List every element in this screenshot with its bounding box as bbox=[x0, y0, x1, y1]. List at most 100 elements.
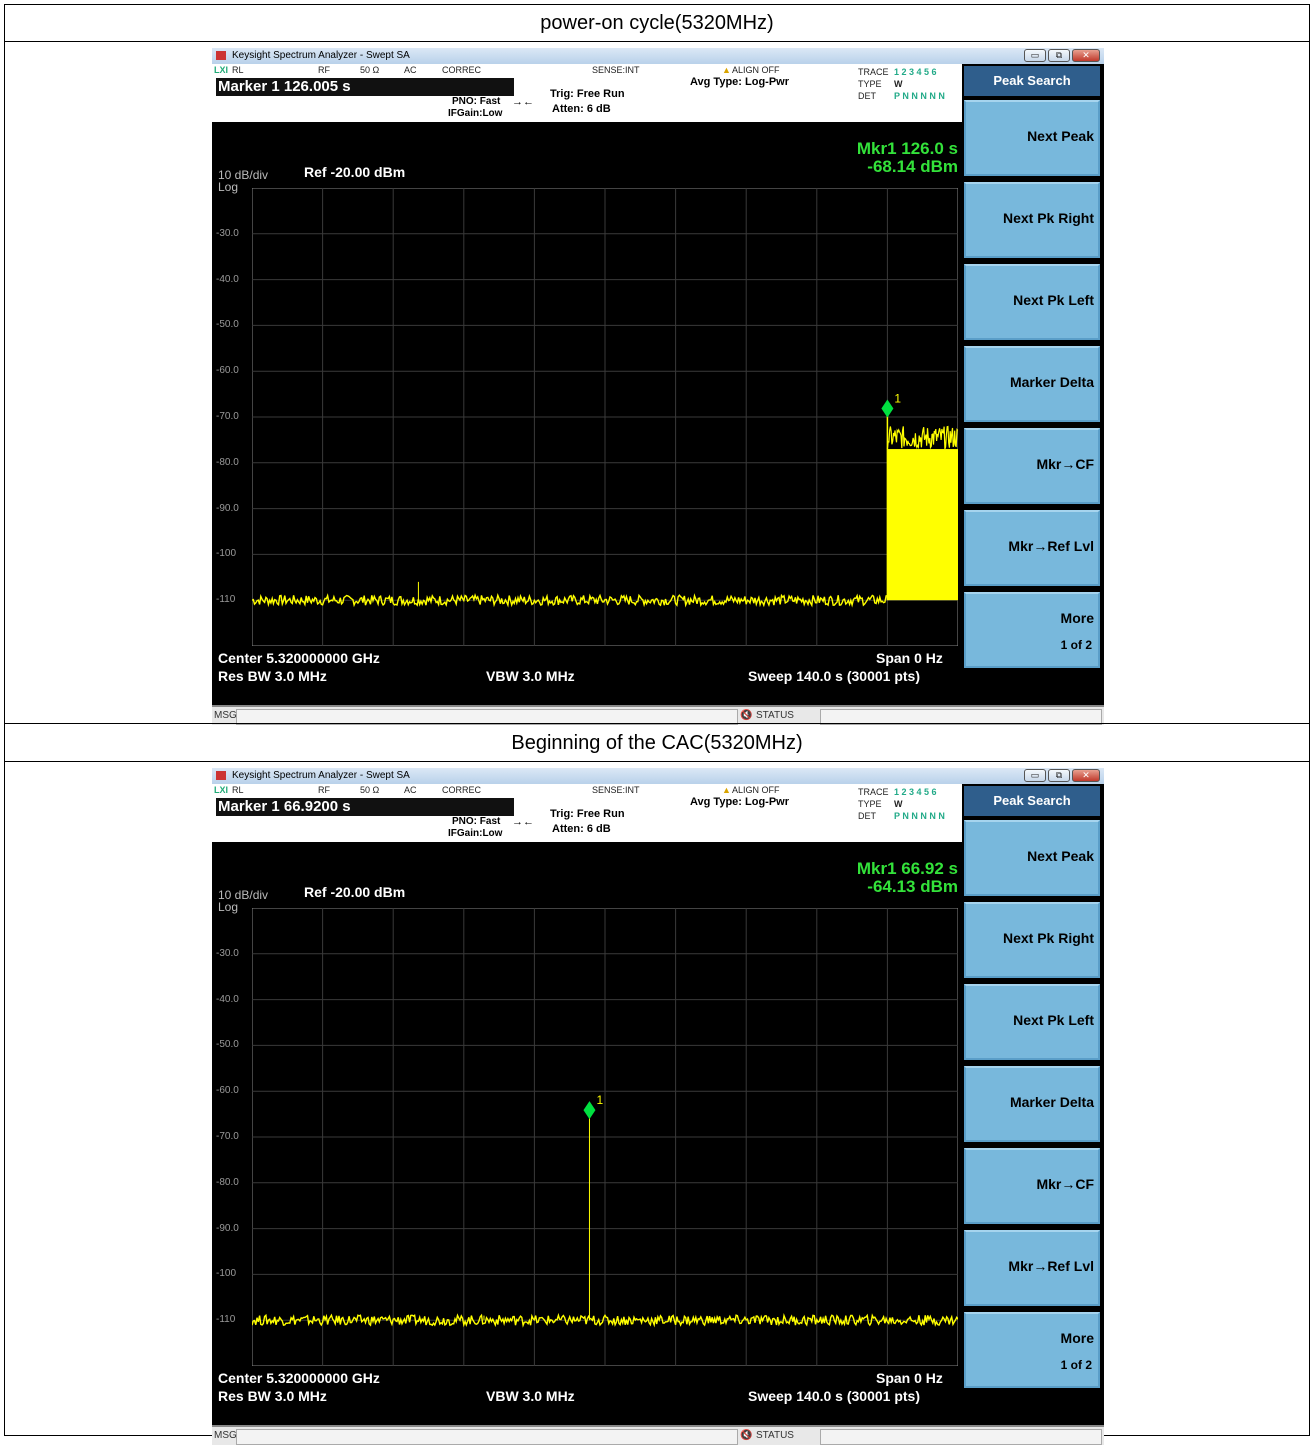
sweep-time: Sweep 140.0 s (30001 pts) bbox=[748, 1388, 920, 1404]
status-item: RF bbox=[318, 785, 330, 795]
status-item: ALIGN OFF bbox=[732, 785, 780, 795]
softkey-label: Marker Delta bbox=[1009, 1094, 1094, 1110]
softkey-button[interactable]: Mkr→Ref Lvl bbox=[964, 1230, 1100, 1306]
status-item: CORREC bbox=[442, 65, 482, 75]
center-frequency: Center 5.320000000 GHz bbox=[218, 650, 380, 666]
status-item: AC bbox=[404, 785, 417, 795]
trace-numbers: 1 2 3 4 5 6 bbox=[894, 67, 937, 77]
marker-level-readout: -68.14 dBm bbox=[867, 157, 958, 176]
pno-setting: PNO: Fast bbox=[452, 816, 501, 827]
softkey-label: Next Pk Right bbox=[1002, 930, 1094, 946]
softkey-button[interactable]: Next Pk Left bbox=[964, 984, 1100, 1060]
softkey-panel: Peak Search Next Peak Next Pk Right Next Pk… bbox=[962, 784, 1104, 1445]
softkey-button[interactable]: Next Pk Left bbox=[964, 264, 1100, 340]
status-item: RL bbox=[232, 65, 244, 75]
softkey-button[interactable]: Marker Delta bbox=[964, 346, 1100, 422]
trace-det-values: P N N N N N bbox=[894, 91, 945, 101]
message-bar: MSG 🔇 STATUS bbox=[212, 1425, 1104, 1445]
softkey-menu-title[interactable]: Peak Search bbox=[964, 66, 1100, 96]
spectrum-plot[interactable]: 1 bbox=[252, 908, 958, 1366]
panel-caption: power-on cycle(5320MHz) bbox=[4, 4, 1310, 42]
softkey-button[interactable]: Mkr→CF bbox=[964, 428, 1100, 504]
softkey-sublabel: 1 of 2 bbox=[1060, 1358, 1092, 1372]
y-tick-label: -50.0 bbox=[216, 1039, 239, 1051]
arrow-icon: →← bbox=[512, 96, 534, 108]
speaker-mute-icon: 🔇 bbox=[740, 710, 753, 721]
type-label: TYPE bbox=[858, 79, 882, 89]
det-label: DET bbox=[858, 91, 876, 101]
trace-info: TRACE TYPE DET 1 2 3 4 5 6 W P N N N N N bbox=[812, 64, 962, 106]
log-label: Log bbox=[218, 900, 239, 914]
softkey-label: Mkr→Ref Lvl bbox=[1008, 1258, 1094, 1274]
y-tick-label: -100 bbox=[216, 548, 237, 560]
avg-type: Avg Type: Log-Pwr bbox=[690, 76, 789, 88]
y-tick-label: -110 bbox=[216, 1314, 236, 1326]
softkey-menu-title[interactable]: Peak Search bbox=[964, 786, 1100, 816]
avg-type: Avg Type: Log-Pwr bbox=[690, 796, 789, 808]
status-item: SENSE:INT bbox=[592, 785, 640, 795]
message-box bbox=[236, 1429, 738, 1445]
softkey-label: More bbox=[1060, 610, 1094, 626]
warning-icon: ▲ bbox=[722, 785, 731, 795]
marker-time-readout: Mkr1 126.0 s bbox=[856, 139, 958, 158]
softkey-button[interactable]: More 1 of 2 bbox=[964, 592, 1100, 668]
softkey-button[interactable]: Next Peak bbox=[964, 820, 1100, 896]
status-box bbox=[820, 1429, 1102, 1445]
y-tick-label: -80.0 bbox=[216, 456, 239, 468]
status-item: SENSE:INT bbox=[592, 65, 640, 75]
softkey-button[interactable]: Marker Delta bbox=[964, 1066, 1100, 1142]
video-bandwidth: VBW 3.0 MHz bbox=[486, 668, 575, 684]
status-item: RF bbox=[318, 65, 330, 75]
message-bar: MSG 🔇 STATUS bbox=[212, 705, 1104, 725]
status-label[interactable]: STATUS bbox=[756, 710, 794, 721]
marker-number: 1 bbox=[596, 1093, 603, 1107]
y-tick-label: -70.0 bbox=[216, 411, 239, 422]
maximize-button[interactable]: ⧉ bbox=[1048, 769, 1070, 782]
sweep-time: Sweep 140.0 s (30001 pts) bbox=[748, 668, 920, 684]
marker-readout: Marker 1 66.9200 s bbox=[216, 798, 514, 816]
softkey-button[interactable]: More 1 of 2 bbox=[964, 1312, 1100, 1388]
softkey-button[interactable]: Next Pk Right bbox=[964, 182, 1100, 258]
resolution-bandwidth: Res BW 3.0 MHz bbox=[218, 668, 327, 684]
trace-type-values: W bbox=[894, 79, 903, 89]
trigger-setting: Trig: Free Run bbox=[550, 808, 625, 820]
video-bandwidth: VBW 3.0 MHz bbox=[486, 1388, 575, 1404]
marker-time-readout: Mkr1 66.92 s bbox=[856, 859, 958, 878]
window-title: Keysight Spectrum Analyzer - Swept SA bbox=[232, 50, 410, 61]
status-item: 50 Ω bbox=[360, 785, 380, 795]
y-tick-label: -110 bbox=[216, 594, 236, 606]
status-label[interactable]: STATUS bbox=[756, 1430, 794, 1441]
close-button[interactable]: ✕ bbox=[1072, 49, 1100, 62]
spectrum-plot[interactable]: 1 bbox=[252, 188, 958, 646]
span-value: Span 0 Hz bbox=[876, 1370, 943, 1386]
y-tick-label: -70.0 bbox=[216, 1131, 239, 1142]
y-tick-label: -90.0 bbox=[216, 502, 239, 514]
softkey-sublabel: 1 of 2 bbox=[1060, 638, 1092, 652]
softkey-button[interactable]: Next Peak bbox=[964, 100, 1100, 176]
softkey-button[interactable]: Mkr→CF bbox=[964, 1148, 1100, 1224]
softkey-label: Mkr→Ref Lvl bbox=[1008, 538, 1094, 554]
window-title: Keysight Spectrum Analyzer - Swept SA bbox=[232, 770, 410, 781]
ref-level: Ref -20.00 dBm bbox=[304, 884, 406, 900]
marker-level-readout: -64.13 dBm bbox=[867, 877, 958, 896]
message-label: MSG bbox=[214, 1430, 237, 1441]
softkey-button[interactable]: Next Pk Right bbox=[964, 902, 1100, 978]
trigger-setting: Trig: Free Run bbox=[550, 88, 625, 100]
softkey-label: More bbox=[1060, 1330, 1094, 1346]
y-tick-label: -40.0 bbox=[216, 993, 239, 1005]
minimize-button[interactable]: ▭ bbox=[1024, 769, 1046, 782]
y-tick-label: -100 bbox=[216, 1268, 237, 1280]
trace-info: TRACE TYPE DET 1 2 3 4 5 6 W P N N N N N bbox=[812, 784, 962, 826]
message-label: MSG bbox=[214, 710, 237, 721]
y-tick-label: -90.0 bbox=[216, 1222, 239, 1234]
window-titlebar: Keysight Spectrum Analyzer - Swept SA ▭ ⧉ ✕ bbox=[212, 48, 1104, 64]
softkey-label: Mkr→CF bbox=[1036, 1176, 1094, 1192]
softkey-button[interactable]: Mkr→Ref Lvl bbox=[964, 510, 1100, 586]
close-button[interactable]: ✕ bbox=[1072, 769, 1100, 782]
y-tick-label: -60.0 bbox=[216, 365, 239, 377]
softkey-panel: Peak Search Next Peak Next Pk Right Next Pk… bbox=[962, 64, 1104, 725]
minimize-button[interactable]: ▭ bbox=[1024, 49, 1046, 62]
resolution-bandwidth: Res BW 3.0 MHz bbox=[218, 1388, 327, 1404]
softkey-label: Next Peak bbox=[1027, 848, 1094, 864]
maximize-button[interactable]: ⧉ bbox=[1048, 49, 1070, 62]
